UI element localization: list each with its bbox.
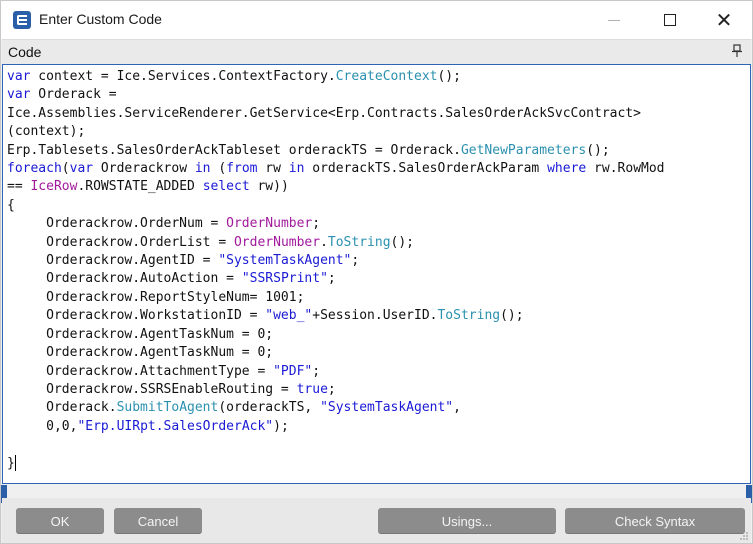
- close-icon: ✕: [715, 8, 733, 32]
- check-syntax-button[interactable]: Check Syntax: [565, 508, 745, 534]
- code-token: "SystemTaskAgent": [320, 400, 454, 416]
- code-line: Orderackrow.OrderNum = OrderNumber;: [7, 216, 321, 232]
- code-token: select: [202, 179, 250, 195]
- code-panel-label: Code: [8, 44, 42, 60]
- title-bar[interactable]: Enter Custom Code ✕: [1, 1, 752, 39]
- code-line: (context);: [7, 124, 86, 140]
- maximize-button[interactable]: [647, 1, 693, 39]
- code-line: Orderackrow.AutoAction = "SSRSPrint";: [7, 271, 336, 287]
- code-line: Orderackrow.WorkstationID = "web_"+Sessi…: [7, 308, 524, 324]
- code-line: Orderack.SubmitToAgent(orderackTS, "Syst…: [7, 400, 461, 416]
- code-token: "Erp.UIRpt.SalesOrderAck": [77, 418, 274, 434]
- code-line: Orderackrow.ReportStyleNum= 1001;: [7, 289, 305, 305]
- code-line: foreach(var Orderackrow in (from rw in o…: [7, 161, 665, 177]
- code-line: Orderackrow.AgentTaskNum = 0;: [7, 326, 274, 342]
- code-line: Orderackrow.AgentTaskNum = 0;: [7, 345, 274, 361]
- usings-button[interactable]: Usings...: [378, 508, 556, 534]
- code-text: var context = Ice.Services.ContextFactor…: [7, 68, 665, 473]
- code-token: "SystemTaskAgent": [218, 253, 352, 269]
- ok-button[interactable]: OK: [16, 508, 104, 534]
- code-token: from: [226, 161, 258, 177]
- text-caret: [14, 455, 16, 472]
- app-logo-icon: [13, 11, 31, 29]
- close-button[interactable]: ✕: [701, 1, 747, 39]
- code-token: true: [296, 381, 328, 397]
- code-token: SubmitToAgent: [116, 400, 219, 416]
- cancel-button[interactable]: Cancel: [114, 508, 202, 534]
- code-line: Orderackrow.AttachmentType = "PDF";: [7, 363, 321, 379]
- code-token: OrderNumber: [233, 234, 321, 250]
- resize-grip-icon[interactable]: [739, 531, 749, 541]
- code-token: OrderNumber: [226, 216, 313, 232]
- code-token: var: [7, 87, 31, 103]
- code-line: {: [7, 197, 15, 213]
- code-line: 0,0,"Erp.UIRpt.SalesOrderAck");: [7, 418, 289, 434]
- code-token: in: [288, 161, 305, 177]
- minimize-icon: [608, 19, 620, 21]
- code-token: "web_": [265, 308, 313, 324]
- window-title: Enter Custom Code: [39, 11, 162, 27]
- code-line: Ice.Assemblies.ServiceRenderer.GetServic…: [7, 105, 641, 121]
- code-token: ToString: [437, 308, 501, 324]
- code-line: Orderackrow.AgentID = "SystemTaskAgent";: [7, 253, 360, 269]
- code-token: var: [7, 69, 31, 84]
- code-token: where: [547, 161, 587, 177]
- code-token: "PDF": [273, 363, 313, 379]
- code-token: in: [194, 161, 211, 177]
- code-line: Orderackrow.OrderList = OrderNumber.ToSt…: [7, 234, 415, 250]
- code-token: "SSRSPrint": [241, 271, 328, 287]
- code-line: Orderackrow.SSRSEnableRouting = true;: [7, 381, 336, 397]
- code-token: var: [69, 161, 94, 177]
- code-token: IceRow: [30, 179, 78, 195]
- code-line: Erp.Tablesets.SalesOrderAckTableset orde…: [7, 142, 610, 158]
- code-line: }: [7, 455, 16, 472]
- code-token: CreateContext: [335, 69, 438, 84]
- button-bar: OK Cancel Usings... Check Syntax: [2, 498, 751, 543]
- code-token: ToString: [327, 234, 391, 250]
- code-editor[interactable]: var context = Ice.Services.ContextFactor…: [2, 64, 751, 484]
- code-line: == IceRow.ROWSTATE_ADDED select rw)): [7, 179, 289, 195]
- minimize-button[interactable]: [591, 1, 637, 39]
- code-panel-header: Code: [2, 39, 751, 65]
- custom-code-dialog: Enter Custom Code ✕ Code var context = I…: [0, 0, 753, 544]
- code-token: GetNewParameters: [460, 142, 587, 158]
- maximize-icon: [664, 14, 676, 26]
- closing-brace: }: [7, 455, 15, 471]
- pin-icon[interactable]: [731, 44, 743, 58]
- code-token: foreach: [7, 161, 62, 177]
- code-line: var Orderack =: [7, 87, 117, 103]
- code-line: var context = Ice.Services.ContextFactor…: [7, 69, 461, 84]
